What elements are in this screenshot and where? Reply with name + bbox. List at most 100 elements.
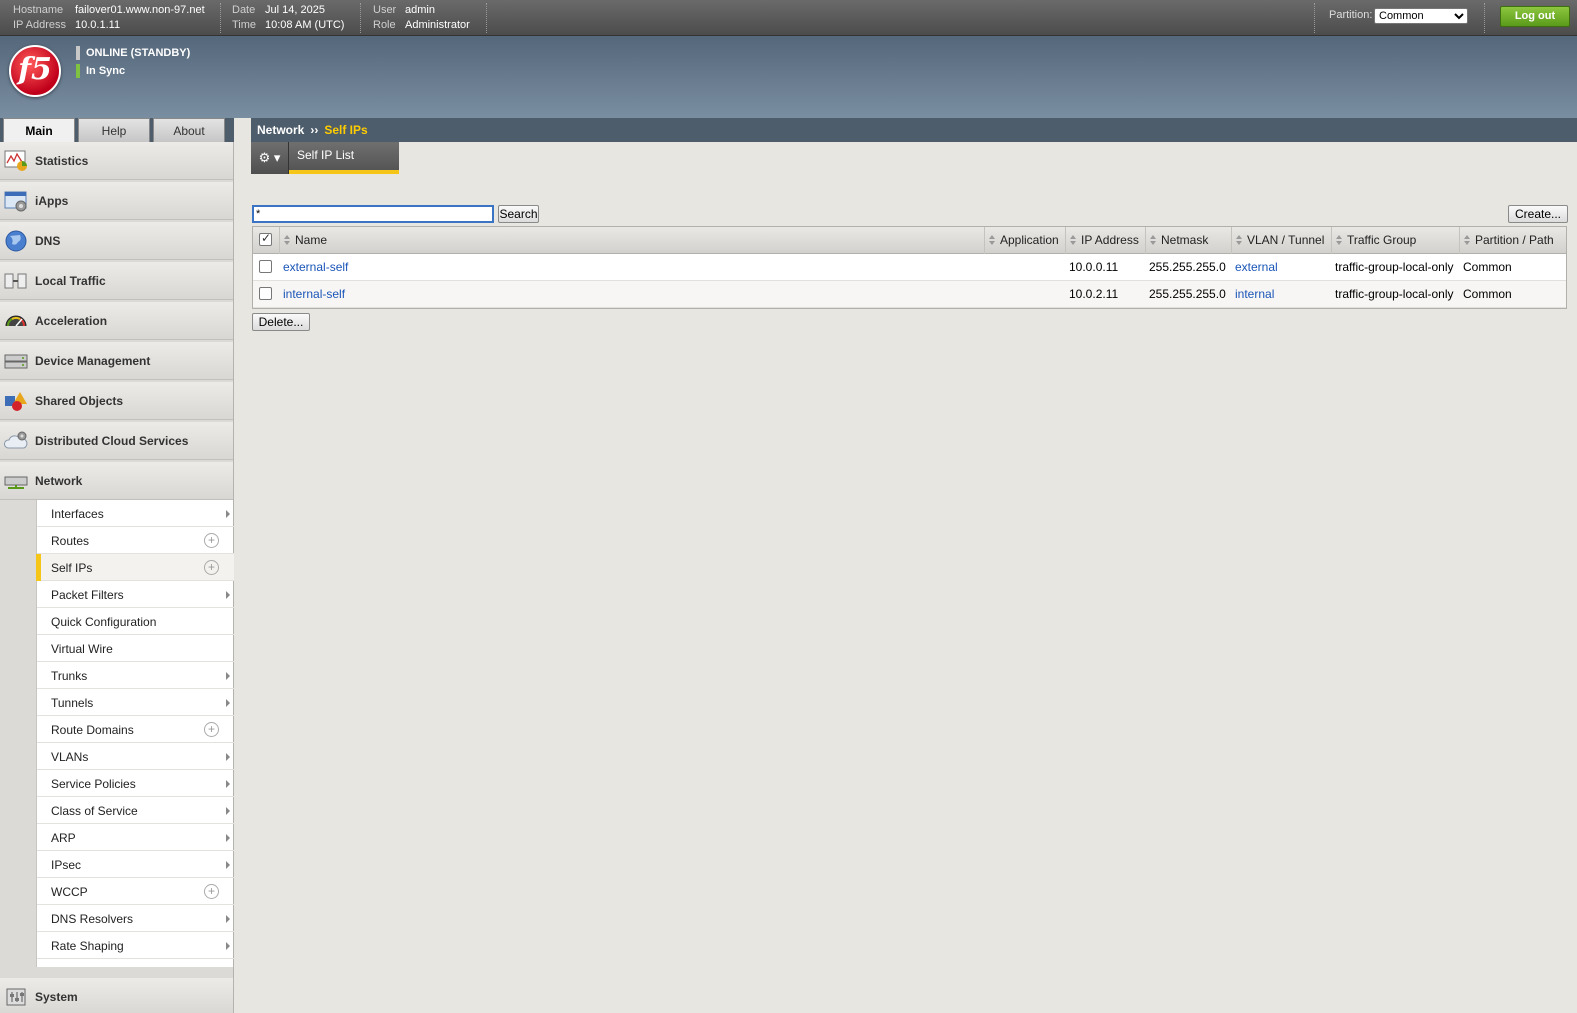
cell-ip-address: 10.0.2.11 — [1069, 287, 1119, 301]
row-checkbox[interactable] — [259, 260, 272, 273]
sidebar-item-system[interactable]: System — [0, 978, 233, 1013]
sort-icon — [1150, 235, 1156, 245]
delete-button[interactable]: Delete... — [252, 313, 310, 331]
add-icon[interactable]: + — [204, 884, 219, 899]
network-icon — [4, 470, 28, 492]
submenu-item-class-of-service[interactable]: Class of Service — [37, 797, 234, 824]
self-ip-link[interactable]: external-self — [283, 260, 348, 274]
submenu-item-interfaces[interactable]: Interfaces — [37, 500, 234, 527]
sidebar-item-label: Acceleration — [35, 314, 108, 328]
submenu-item-self-ips[interactable]: Self IPs + — [36, 554, 234, 581]
top-info-bar: Hostname failover01.www.non-97.net IP Add… — [0, 0, 1577, 36]
submenu-item-label: Trunks — [51, 669, 88, 683]
column-header-traffic-group[interactable]: Traffic Group — [1331, 227, 1459, 254]
row-checkbox[interactable] — [259, 287, 272, 300]
column-header-vlan-tunnel[interactable]: VLAN / Tunnel — [1231, 227, 1331, 254]
cloud-gear-icon — [4, 430, 28, 452]
add-icon[interactable]: + — [204, 722, 219, 737]
globe-icon — [4, 230, 28, 252]
submenu-item-label: IPsec — [51, 858, 82, 872]
create-button[interactable]: Create... — [1508, 205, 1568, 223]
gear-icon: ⚙ ▾ — [258, 150, 281, 165]
chevron-right-icon — [226, 807, 230, 815]
sidebar-item-local-traffic[interactable]: Local Traffic — [0, 262, 233, 300]
tab-main[interactable]: Main — [3, 118, 75, 142]
self-ip-link[interactable]: internal-self — [283, 287, 345, 301]
gear-menu-button[interactable]: ⚙ ▾ — [251, 142, 289, 174]
sidebar-item-statistics[interactable]: Statistics — [0, 142, 233, 180]
sidebar-item-network[interactable]: Network — [0, 462, 233, 500]
tab-self-ip-list[interactable]: Self IP List — [289, 142, 399, 174]
submenu-item-service-policies[interactable]: Service Policies — [37, 770, 234, 797]
submenu-item-wccp[interactable]: WCCP + — [37, 878, 234, 905]
main-tabs: Main Help About — [0, 118, 234, 142]
submenu-item-virtual-wire[interactable]: Virtual Wire — [37, 635, 234, 662]
submenu-item-ipsec[interactable]: IPsec — [37, 851, 234, 878]
add-icon[interactable]: + — [204, 533, 219, 548]
column-header-name[interactable]: Name — [279, 227, 984, 254]
add-icon[interactable]: + — [204, 560, 219, 575]
sidebar-item-label: iApps — [35, 194, 69, 208]
submenu-item-quick-configuration[interactable]: Quick Configuration — [37, 608, 234, 635]
tab-about[interactable]: About — [153, 118, 225, 142]
column-header-partition-path[interactable]: Partition / Path — [1459, 227, 1566, 254]
cell-name[interactable]: internal-self — [283, 281, 345, 308]
device-icon — [4, 350, 28, 372]
submenu-item-rate-shaping[interactable]: Rate Shaping — [37, 932, 234, 959]
cell-vlan[interactable]: internal — [1235, 281, 1274, 308]
breadcrumb-network[interactable]: Network — [257, 123, 304, 137]
logout-button[interactable]: Log out — [1500, 6, 1570, 27]
column-header-netmask[interactable]: Netmask — [1145, 227, 1231, 254]
column-header-ip-address[interactable]: IP Address — [1065, 227, 1145, 254]
sort-icon — [284, 235, 290, 245]
sidebar-item-iapps[interactable]: iApps — [0, 182, 233, 220]
submenu-item-dns-resolvers[interactable]: DNS Resolvers — [37, 905, 234, 932]
submenu-item-routes[interactable]: Routes + — [37, 527, 234, 554]
sidebar-item-distributed-cloud-services[interactable]: Distributed Cloud Services — [0, 422, 233, 460]
submenu-item-trunks[interactable]: Trunks — [37, 662, 234, 689]
search-input[interactable] — [252, 205, 494, 223]
sidebar-item-shared-objects[interactable]: Shared Objects — [0, 382, 233, 420]
submenu-item-packet-filters[interactable]: Packet Filters — [37, 581, 234, 608]
search-button[interactable]: Search — [498, 205, 539, 223]
submenu-item-label: Rate Shaping — [51, 939, 124, 953]
breadcrumb-current: Self IPs — [324, 123, 368, 137]
column-header-label: Traffic Group — [1347, 233, 1417, 247]
chevron-right-icon — [226, 861, 230, 869]
chevron-right-icon — [226, 510, 230, 518]
chevron-right-icon — [226, 699, 230, 707]
cell-name[interactable]: external-self — [283, 254, 348, 281]
submenu-item-route-domains[interactable]: Route Domains + — [37, 716, 234, 743]
chevron-right-icon — [226, 915, 230, 923]
cell-netmask: 255.255.255.0 — [1149, 260, 1226, 274]
status-sync-text: In Sync — [86, 65, 126, 77]
submenu-item-label: Tunnels — [51, 696, 94, 710]
vlan-link[interactable]: internal — [1235, 287, 1274, 301]
sort-icon — [1236, 235, 1242, 245]
sidebar-item-label: System — [35, 990, 78, 1004]
hostname-label: Hostname — [13, 4, 64, 16]
sidebar-item-device-management[interactable]: Device Management — [0, 342, 233, 380]
role-label: Role — [373, 19, 396, 31]
submenu-item-vlans[interactable]: VLANs — [37, 743, 234, 770]
vlan-link[interactable]: external — [1235, 260, 1278, 274]
column-header-label: IP Address — [1081, 233, 1139, 247]
partition-select[interactable]: Common — [1374, 8, 1468, 24]
column-header-application[interactable]: Application — [984, 227, 1065, 254]
submenu-item-label: Packet Filters — [51, 588, 124, 602]
chevron-right-icon — [226, 834, 230, 842]
cell-traffic-group: traffic-group-local-only — [1335, 260, 1454, 274]
self-ip-table: Name Application IP Address Netmask VLAN… — [252, 226, 1567, 309]
sidebar-item-acceleration[interactable]: Acceleration — [0, 302, 233, 340]
sidebar: Statistics iApps DNS Local Traffic Accel… — [0, 142, 234, 1013]
tab-help[interactable]: Help — [78, 118, 150, 142]
submenu-item-arp[interactable]: ARP — [37, 824, 234, 851]
submenu-item-tunnels[interactable]: Tunnels — [37, 689, 234, 716]
speedometer-icon — [4, 310, 28, 332]
submenu-item-label: DNS Resolvers — [51, 912, 134, 926]
cell-vlan[interactable]: external — [1235, 254, 1278, 281]
ip-label: IP Address — [13, 19, 66, 31]
sidebar-item-dns[interactable]: DNS — [0, 222, 233, 260]
select-all-checkbox[interactable] — [259, 231, 272, 246]
submenu-item-label: Quick Configuration — [51, 615, 157, 629]
